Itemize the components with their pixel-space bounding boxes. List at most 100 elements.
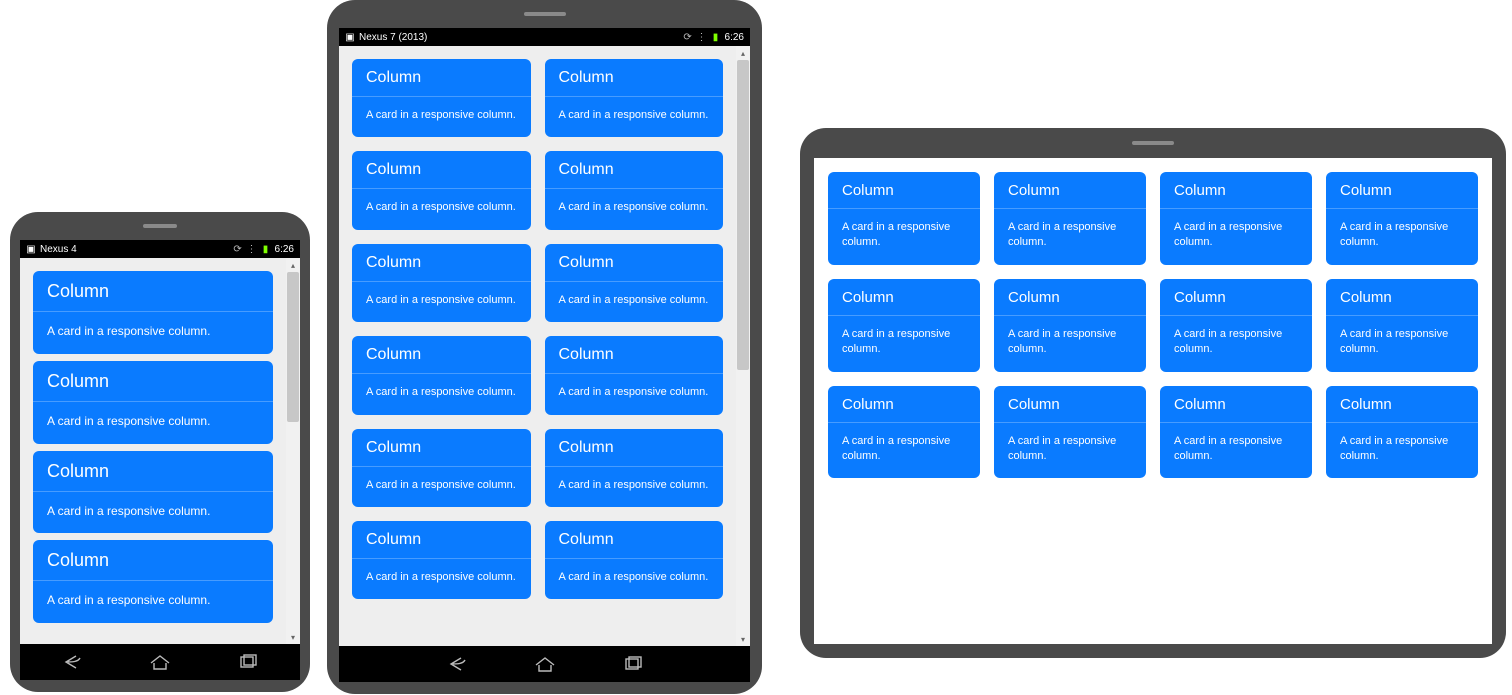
column-card[interactable]: Column A card in a responsive column. (828, 172, 980, 265)
card-body: A card in a responsive column. (352, 467, 531, 507)
sync-icon: ⟳ (683, 32, 693, 43)
speaker-slot (1132, 141, 1174, 145)
device-tablet-portrait: ▣ Nexus 7 (2013) ⟳ ⋮ ▮ 6:26 Column A car… (327, 0, 762, 694)
column-card[interactable]: Column A card in a responsive column. (33, 361, 273, 444)
nav-back-button[interactable] (443, 655, 471, 673)
content-area[interactable]: Column A card in a responsive column. Co… (20, 258, 300, 644)
card-title: Column (994, 386, 1146, 423)
android-nav-bar (20, 644, 300, 680)
column-card[interactable]: Column A card in a responsive column. (1326, 386, 1478, 479)
card-body: A card in a responsive column. (994, 209, 1146, 265)
device-label: Nexus 4 (40, 244, 229, 255)
card-body: A card in a responsive column. (545, 97, 724, 137)
column-card[interactable]: Column A card in a responsive column. (33, 271, 273, 354)
card-body: A card in a responsive column. (545, 282, 724, 322)
card-body: A card in a responsive column. (33, 402, 273, 444)
card-body: A card in a responsive column. (1326, 316, 1478, 372)
column-card[interactable]: Column A card in a responsive column. (352, 244, 531, 322)
card-body: A card in a responsive column. (352, 97, 531, 137)
column-card[interactable]: Column A card in a responsive column. (994, 386, 1146, 479)
nav-back-button[interactable] (58, 653, 86, 671)
column-card[interactable]: Column A card in a responsive column. (33, 540, 273, 623)
card-body: A card in a responsive column. (33, 492, 273, 534)
column-card[interactable]: Column A card in a responsive column. (352, 429, 531, 507)
content-area[interactable]: Column A card in a responsive column. Co… (339, 46, 750, 646)
card-title: Column (1326, 279, 1478, 316)
nav-home-button[interactable] (146, 653, 174, 671)
column-card[interactable]: Column A card in a responsive column. (1326, 172, 1478, 265)
column-card[interactable]: Column A card in a responsive column. (352, 336, 531, 414)
card-body: A card in a responsive column. (545, 374, 724, 414)
column-card[interactable]: Column A card in a responsive column. (545, 429, 724, 507)
tablet-landscape-screen: Column A card in a responsive column. Co… (814, 158, 1492, 644)
nav-recent-button[interactable] (619, 655, 647, 673)
column-card[interactable]: Column A card in a responsive column. (994, 172, 1146, 265)
scrollbar[interactable]: ▴ ▾ (286, 258, 300, 644)
card-title: Column (352, 151, 531, 189)
card-body: A card in a responsive column. (994, 423, 1146, 479)
recent-icon (619, 655, 647, 673)
card-title: Column (33, 451, 273, 492)
column-card[interactable]: Column A card in a responsive column. (545, 151, 724, 229)
column-card[interactable]: Column A card in a responsive column. (828, 386, 980, 479)
nav-recent-button[interactable] (234, 653, 262, 671)
card-title: Column (352, 59, 531, 97)
scroll-thumb[interactable] (737, 60, 749, 370)
column-card[interactable]: Column A card in a responsive column. (352, 59, 531, 137)
card-title: Column (1160, 172, 1312, 209)
card-body: A card in a responsive column. (545, 189, 724, 229)
column-card[interactable]: Column A card in a responsive column. (545, 244, 724, 322)
card-body: A card in a responsive column. (1326, 423, 1478, 479)
column-card[interactable]: Column A card in a responsive column. (352, 521, 531, 599)
device-phone: ▣ Nexus 4 ⟳ ⋮ ▮ 6:26 Column A card in a … (10, 212, 310, 692)
scroll-up-icon[interactable]: ▴ (286, 258, 300, 272)
back-icon (443, 655, 471, 673)
column-card[interactable]: Column A card in a responsive column. (1160, 279, 1312, 372)
column-card[interactable]: Column A card in a responsive column. (545, 336, 724, 414)
home-icon (531, 655, 559, 673)
scroll-up-icon[interactable]: ▴ (736, 46, 750, 60)
nav-home-button[interactable] (531, 655, 559, 673)
card-title: Column (352, 336, 531, 374)
card-title: Column (994, 172, 1146, 209)
card-title: Column (33, 361, 273, 402)
scrollbar[interactable]: ▴ ▾ (736, 46, 750, 646)
card-title: Column (1326, 386, 1478, 423)
card-title: Column (545, 336, 724, 374)
column-card[interactable]: Column A card in a responsive column. (994, 279, 1146, 372)
card-body: A card in a responsive column. (545, 559, 724, 599)
column-card[interactable]: Column A card in a responsive column. (828, 279, 980, 372)
column-card[interactable]: Column A card in a responsive column. (545, 59, 724, 137)
battery-icon: ▮ (261, 244, 271, 255)
device-label: Nexus 7 (2013) (359, 32, 679, 43)
column-card[interactable]: Column A card in a responsive column. (33, 451, 273, 534)
card-title: Column (352, 429, 531, 467)
battery-icon: ▮ (711, 32, 721, 43)
card-body: A card in a responsive column. (352, 374, 531, 414)
card-body: A card in a responsive column. (1160, 316, 1312, 372)
card-title: Column (994, 279, 1146, 316)
content-area[interactable]: Column A card in a responsive column. Co… (814, 158, 1492, 644)
card-body: A card in a responsive column. (1160, 209, 1312, 265)
tablet-screen: ▣ Nexus 7 (2013) ⟳ ⋮ ▮ 6:26 Column A car… (339, 28, 750, 682)
column-card[interactable]: Column A card in a responsive column. (1160, 172, 1312, 265)
card-title: Column (828, 172, 980, 209)
card-body: A card in a responsive column. (352, 559, 531, 599)
scroll-down-icon[interactable]: ▾ (286, 630, 300, 644)
card-title: Column (1160, 279, 1312, 316)
card-body: A card in a responsive column. (33, 581, 273, 623)
card-grid: Column A card in a responsive column. Co… (339, 46, 736, 612)
column-card[interactable]: Column A card in a responsive column. (1160, 386, 1312, 479)
scroll-down-icon[interactable]: ▾ (736, 632, 750, 646)
card-body: A card in a responsive column. (352, 282, 531, 322)
back-icon (58, 653, 86, 671)
card-body: A card in a responsive column. (1160, 423, 1312, 479)
column-card[interactable]: Column A card in a responsive column. (352, 151, 531, 229)
scroll-thumb[interactable] (287, 272, 299, 422)
card-body: A card in a responsive column. (1326, 209, 1478, 265)
card-title: Column (545, 59, 724, 97)
card-body: A card in a responsive column. (828, 316, 980, 372)
column-card[interactable]: Column A card in a responsive column. (1326, 279, 1478, 372)
card-title: Column (1160, 386, 1312, 423)
column-card[interactable]: Column A card in a responsive column. (545, 521, 724, 599)
